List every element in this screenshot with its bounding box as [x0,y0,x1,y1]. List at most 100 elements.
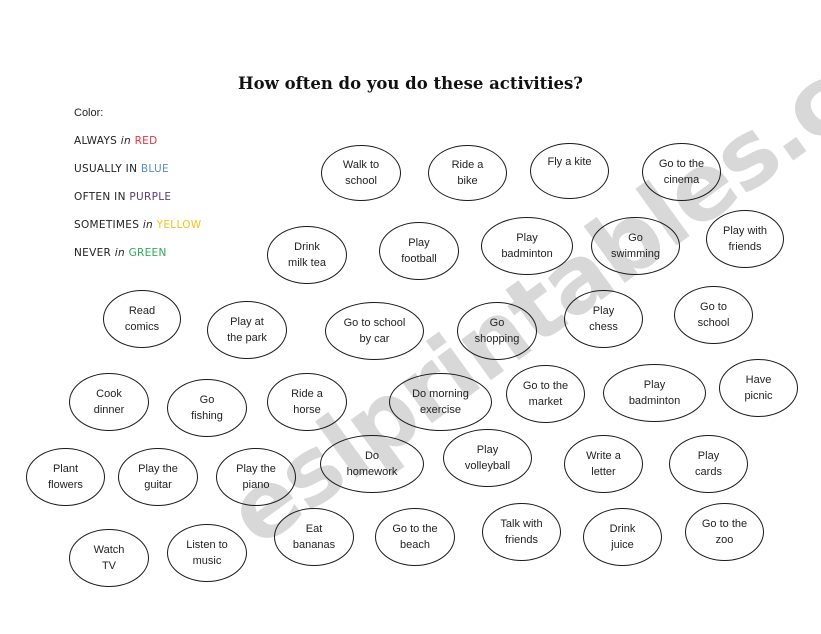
activity-label: friends [504,534,539,546]
activity-bubble[interactable]: Play cards [669,435,748,493]
activity-bubble[interactable]: Go to the beach [375,508,455,566]
activity-label: Play the [138,463,178,475]
activity-label: Go to the [701,518,748,530]
activity-label: Play [643,379,666,391]
activity-bubble[interactable]: Go shopping [457,302,537,360]
activity-bubble[interactable]: Write a letter [564,435,643,493]
legend-item-sometimes: SOMETIMES in YELLOW [74,219,201,231]
activity-label: Talk with [500,518,543,530]
activity-label: Go [628,232,643,244]
activity-bubble[interactable]: Eat bananas [274,508,354,566]
activity-bubble[interactable]: Play the piano [216,448,296,506]
activity-label: Go [489,317,505,329]
activity-bubble[interactable]: Play volleyball [443,429,532,487]
legend-connector: in [139,219,157,231]
activity-label: Go to [700,301,727,313]
activity-label: Play [592,305,615,317]
legend-frequency: SOMETIMES [74,219,140,231]
legend-color-name: PURPLE [129,191,172,203]
activity-label: by car [359,333,390,345]
activity-label: swimming [611,248,660,260]
activity-bubble[interactable]: Fly a kite [530,143,609,199]
activity-bubble[interactable]: Ride a bike [428,145,507,201]
activity-bubble[interactable]: Go swimming [591,217,680,275]
activity-bubble[interactable]: Play badminton [481,217,573,275]
worksheet-title: How often do you do these activities? [238,74,583,93]
activity-bubble[interactable]: Go to school by car [325,302,424,360]
activity-bubble[interactable]: Read comics [103,290,181,348]
activity-label: zoo [715,534,734,546]
activity-label: exercise [420,404,461,416]
activity-label: Eat [305,523,323,535]
activity-label: comics [124,321,160,333]
activity-label: Go to school [343,317,406,329]
activity-label: Read [128,305,156,317]
activity-bubble[interactable]: Play chess [564,290,643,348]
activity-label: Play at [230,316,264,328]
activity-label: horse [293,404,321,416]
activity-bubble[interactable]: Plant flowers [26,448,105,506]
activity-label: Play the [236,463,276,475]
legend-color-name: RED [134,135,158,147]
activity-label: cards [695,466,722,478]
activity-label: juice [611,539,634,551]
legend-connector: IN [110,191,130,203]
activity-bubble[interactable]: Drink juice [583,508,662,566]
activity-bubble[interactable]: Have picnic [719,359,798,417]
activity-label: bike [457,175,478,187]
activity-label: piano [242,479,270,491]
activity-bubble[interactable]: Go to the cinema [642,143,721,201]
activity-label: badminton [628,395,681,407]
legend-frequency: NEVER [74,247,112,259]
activity-bubble[interactable]: Play at the park [207,301,287,359]
activity-label: Go [199,394,215,406]
legend-connector: IN [122,163,141,175]
activity-bubble[interactable]: Play with friends [706,210,784,268]
activity-bubble[interactable]: Watch TV [69,529,149,587]
activity-label: Drink [294,241,320,253]
activity-label: Watch [93,544,125,556]
activity-bubble[interactable]: Play football [379,222,459,280]
activity-label: school [697,317,730,329]
activity-label: shopping [474,333,520,345]
activity-bubble[interactable]: Do morning exercise [389,373,492,431]
activity-bubble[interactable]: Go to the market [506,365,585,423]
activity-label: bananas [292,539,336,551]
legend-item-always: ALWAYS in RED [74,135,158,147]
activity-bubble[interactable]: Play badminton [603,364,706,422]
activity-bubble[interactable]: Listen to music [167,524,247,582]
activity-label: football [401,253,437,265]
activity-bubble[interactable]: Play the guitar [118,448,198,506]
activity-label: Drink [609,523,636,535]
legend-color-name: GREEN [128,247,167,259]
legend-item-usually: USUALLY IN BLUE [74,163,169,175]
activity-label: milk tea [288,257,326,269]
legend-color-name: BLUE [140,163,169,175]
activity-label: badminton [501,248,553,260]
activity-bubble[interactable]: Go to school [674,286,753,344]
activity-label: fishing [191,410,223,422]
activity-label: beach [400,539,430,551]
activity-label: Go to the [392,523,438,535]
activity-bubble[interactable]: Cook dinner [69,373,149,431]
activity-label: guitar [144,479,172,491]
legend-connector: in [117,135,135,147]
activity-bubble[interactable]: Walk to school [321,145,401,201]
activity-bubble[interactable]: Ride a horse [267,373,347,431]
activity-label: Do [364,450,380,462]
activity-label: letter [591,466,616,478]
activity-label: Do morning [412,388,469,400]
activity-label: Walk to [342,159,380,171]
legend-connector: in [111,247,129,259]
activity-bubble[interactable]: Go fishing [167,379,247,437]
legend-item-often: OFTEN IN PURPLE [74,191,171,203]
activity-bubble[interactable]: Drink milk tea [267,226,347,284]
legend-frequency: USUALLY [74,163,123,175]
activity-label: Plant [52,463,79,475]
activity-bubble[interactable]: Do homework [320,435,424,493]
activity-label: market [528,396,563,408]
activity-bubble[interactable]: Talk with friends [482,503,561,561]
activity-label: Ride a [291,388,323,400]
activity-label: Listen to [186,539,228,551]
activity-bubble[interactable]: Go to the zoo [685,503,764,561]
